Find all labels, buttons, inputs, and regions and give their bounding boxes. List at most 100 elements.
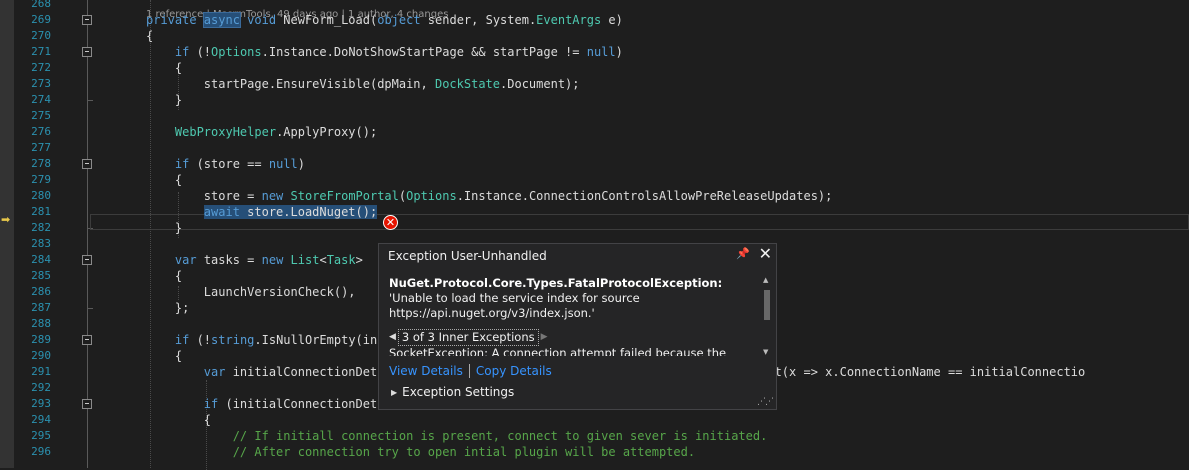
- code-line[interactable]: var tasks = new List<Task>: [146, 252, 363, 268]
- code-line[interactable]: private async void NewForm_Load(object s…: [146, 12, 623, 28]
- scroll-down-icon[interactable]: ▼: [763, 348, 768, 356]
- code-token: void: [247, 13, 277, 27]
- line-number: 288: [31, 317, 51, 330]
- code-token: startPage.EnsureVisible(dpMain,: [146, 77, 435, 91]
- exception-settings-label: Exception Settings: [402, 385, 515, 399]
- code-line[interactable]: };: [146, 300, 189, 316]
- code-line[interactable]: if (!Options.Instance.DoNotShowStartPage…: [146, 44, 623, 60]
- line-number: 285: [31, 269, 51, 282]
- line-number: 270: [31, 29, 51, 42]
- scroll-up-icon[interactable]: ▲: [763, 276, 768, 284]
- line-number: 290: [31, 349, 51, 362]
- line-number: 284: [31, 253, 51, 266]
- code-token: StoreFromPortal: [290, 189, 399, 203]
- message-scrollbar[interactable]: ▲ ▼: [761, 276, 773, 356]
- line-number: 294: [31, 413, 51, 426]
- view-details-link[interactable]: View Details: [389, 364, 463, 378]
- code-token: {: [146, 349, 183, 363]
- code-line[interactable]: if (store == null): [146, 156, 305, 172]
- line-number: 271: [31, 45, 51, 58]
- code-line[interactable]: {: [146, 268, 182, 284]
- code-token: if: [174, 45, 190, 59]
- code-line[interactable]: {: [146, 28, 153, 44]
- code-token: Options: [211, 45, 262, 59]
- code-token: {: [146, 61, 183, 75]
- code-line[interactable]: LaunchVersionCheck(),: [146, 284, 356, 300]
- collapse-toggle-icon[interactable]: [82, 159, 92, 169]
- code-line[interactable]: store = new StoreFromPortal(Options.Inst…: [146, 188, 833, 204]
- code-token: .IsNullOrEmpty(ini: [254, 333, 385, 347]
- code-token: WebProxyHelper: [174, 125, 277, 139]
- code-token: List: [290, 253, 320, 267]
- exception-message: NuGet.Protocol.Core.Types.FatalProtocolE…: [389, 276, 749, 321]
- code-line[interactable]: // If initiall connection is present, co…: [146, 428, 768, 444]
- line-number: 278: [31, 157, 51, 170]
- code-line[interactable]: }: [146, 92, 182, 108]
- code-line[interactable]: {: [146, 412, 211, 428]
- code-line[interactable]: // After connection try to open intial p…: [146, 444, 695, 460]
- code-token: .Instance.ConnectionControlsAllowPreRele…: [456, 189, 833, 203]
- code-token: {: [146, 173, 183, 187]
- collapse-toggle-icon[interactable]: [82, 399, 92, 409]
- collapse-toggle-icon[interactable]: [82, 255, 92, 265]
- code-token: if: [174, 333, 190, 347]
- code-line[interactable]: startPage.EnsureVisible(dpMain, DockStat…: [146, 76, 580, 92]
- code-line[interactable]: }: [146, 220, 182, 236]
- code-line[interactable]: {: [146, 348, 182, 364]
- scroll-thumb[interactable]: [764, 290, 770, 320]
- error-icon[interactable]: ✕: [383, 215, 398, 230]
- collapse-toggle-icon[interactable]: [82, 15, 92, 25]
- exception-type: NuGet.Protocol.Core.Types.FatalProtocolE…: [389, 276, 723, 290]
- code-line[interactable]: WebProxyHelper.ApplyProxy();: [146, 124, 377, 140]
- collapse-toggle-icon[interactable]: [82, 47, 92, 57]
- code-token: object: [377, 13, 421, 27]
- close-icon[interactable]: ✕: [759, 244, 772, 263]
- code-token: LaunchVersionCheck(),: [146, 285, 356, 299]
- code-line[interactable]: await store.LoadNuget();: [146, 204, 378, 220]
- next-inner-exception-icon[interactable]: ▶: [541, 330, 548, 345]
- code-line[interactable]: {: [146, 60, 182, 76]
- code-token: new: [261, 253, 284, 267]
- code-token: ): [615, 45, 623, 59]
- code-token: EventArgs: [536, 13, 602, 27]
- previous-inner-exception-icon[interactable]: ◀: [389, 330, 396, 345]
- code-line[interactable]: if (!string.IsNullOrEmpty(ini: [146, 332, 385, 348]
- copy-details-link[interactable]: Copy Details: [476, 364, 552, 378]
- code-line[interactable]: {: [146, 172, 182, 188]
- code-token: store.LoadNuget();: [239, 205, 378, 219]
- code-token: .Document);: [500, 77, 580, 91]
- pin-icon[interactable]: 📌: [736, 247, 750, 260]
- chevron-right-icon: ▶: [391, 387, 398, 397]
- code-token: string: [211, 333, 255, 347]
- code-token: {: [146, 29, 154, 43]
- line-number: 292: [31, 381, 51, 394]
- code-token: initialConnectionDeta: [225, 365, 385, 379]
- exception-message-area: NuGet.Protocol.Core.Types.FatalProtocolE…: [389, 276, 749, 356]
- line-number: 268: [31, 0, 51, 10]
- line-number: 277: [31, 141, 51, 154]
- code-token: null: [586, 45, 616, 59]
- code-token: await: [203, 205, 240, 219]
- code-token: .Instance.DoNotShowStartPage && startPag…: [261, 45, 587, 59]
- collapse-toggle-icon[interactable]: [82, 335, 92, 345]
- exception-settings-expander[interactable]: ▶ Exception Settings: [391, 385, 514, 399]
- code-token: Options: [406, 189, 457, 203]
- line-number: 283: [31, 237, 51, 250]
- line-number: 295: [31, 429, 51, 442]
- line-number: 286: [31, 285, 51, 298]
- outlining-margin: [76, 0, 96, 468]
- outline-line: [87, 0, 88, 468]
- popup-title: Exception User-Unhandled: [388, 249, 547, 263]
- code-token: e): [601, 13, 623, 27]
- line-number: 274: [31, 93, 51, 106]
- code-token: if: [174, 157, 190, 171]
- detail-links: View Details Copy Details: [389, 364, 552, 378]
- inner-exceptions-navigator: ◀ 3 of 3 Inner Exceptions ▶: [389, 329, 749, 346]
- resize-grip-icon[interactable]: ⋰⋰: [757, 398, 774, 407]
